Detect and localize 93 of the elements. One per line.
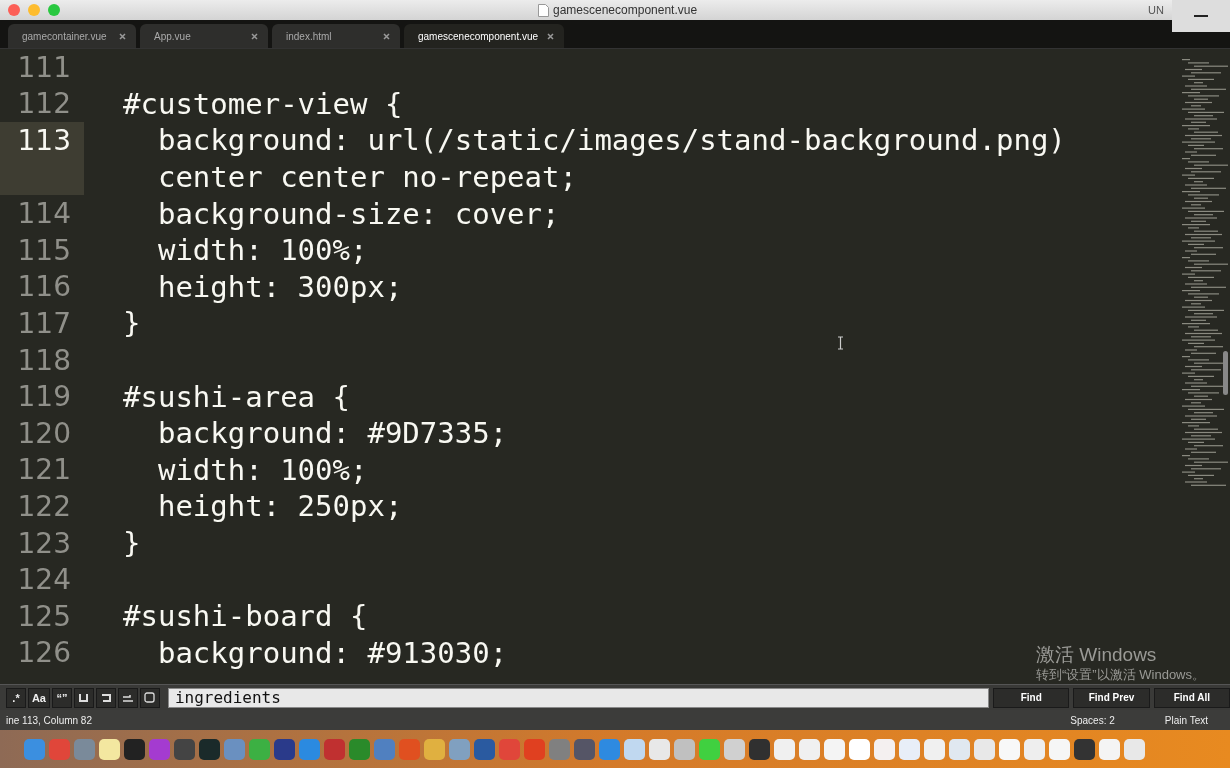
code-line: }: [122, 306, 141, 341]
app-icon[interactable]: [749, 738, 770, 760]
app-icon[interactable]: [174, 738, 195, 760]
app-icon[interactable]: [274, 738, 295, 760]
code-line: background-size: cover;: [156, 196, 560, 231]
app-icon[interactable]: [1099, 738, 1120, 760]
code-line: height: 300px;: [156, 269, 403, 304]
selection-toggle[interactable]: [117, 687, 138, 708]
line-number: 122: [16, 488, 72, 525]
app-icon[interactable]: [649, 738, 670, 760]
close-icon[interactable]: [119, 32, 126, 40]
code-line: background: url(/static/images/stand-background.png): [156, 123, 1066, 158]
line-number: 120: [16, 415, 72, 452]
app-icon[interactable]: [1049, 738, 1070, 760]
app-icon[interactable]: [974, 738, 995, 760]
close-button[interactable]: [8, 4, 20, 16]
selection-icon: [121, 693, 134, 702]
code-line: width: 100%;: [156, 233, 368, 268]
line-number: 121: [16, 452, 72, 489]
loop-icon: [99, 692, 112, 703]
app-icon[interactable]: [949, 738, 970, 760]
window-title: gamescenecomponent.vue: [553, 3, 698, 17]
line-number: 111: [16, 49, 72, 86]
square-icon: [144, 692, 156, 703]
find-option-toggle[interactable]: .*: [6, 687, 26, 708]
line-number: 115: [16, 232, 72, 269]
indent-setting[interactable]: Spaces: 2: [1070, 714, 1115, 726]
app-icon[interactable]: [1074, 738, 1095, 760]
line-number: 119: [16, 379, 72, 415]
app-icon[interactable]: [99, 738, 120, 760]
syntax-setting[interactable]: Plain Text: [1164, 714, 1208, 726]
file-tab[interactable]: gamecontainer.vue: [8, 24, 136, 48]
line-number: 117: [16, 305, 72, 342]
line-number: 114: [16, 196, 72, 232]
app-icon[interactable]: [1024, 738, 1045, 760]
zoom-button[interactable]: [48, 4, 60, 16]
app-icon[interactable]: [999, 738, 1020, 760]
find-button[interactable]: Find: [993, 687, 1070, 708]
app-icon[interactable]: [1124, 738, 1145, 760]
line-number: 118: [16, 342, 72, 379]
app-icon[interactable]: [924, 738, 945, 760]
line-number: 125: [16, 598, 72, 635]
app-icon[interactable]: [899, 738, 920, 760]
line-number: 116: [16, 269, 72, 306]
find-option-toggle[interactable]: “”: [51, 687, 72, 708]
scrollbar-thumb[interactable]: [1223, 351, 1228, 395]
find-option-toggle[interactable]: Aa: [28, 687, 50, 708]
code-line: }: [122, 526, 141, 560]
app-icon[interactable]: [474, 738, 495, 760]
cursor-position: ine 113, Column 82: [5, 714, 93, 726]
line-number: 112: [16, 86, 72, 123]
minimize-icon: [1194, 15, 1208, 17]
find-button[interactable]: Find All: [1153, 687, 1230, 708]
app-icon[interactable]: [774, 738, 795, 760]
code-line: background: #913030;: [156, 635, 508, 670]
file-tab[interactable]: gamescenecomponent.vue: [404, 24, 564, 48]
app-icon[interactable]: [724, 738, 745, 760]
file-tab[interactable]: App.vue: [140, 24, 268, 48]
line-number: 123: [16, 525, 72, 562]
app-icon[interactable]: [799, 738, 820, 760]
app-icon[interactable]: [574, 738, 595, 760]
app-icon[interactable]: [824, 738, 845, 760]
file-tab[interactable]: index.html: [272, 24, 400, 48]
wrap-icon: [78, 692, 90, 703]
code-line: height: 250px;: [156, 489, 403, 524]
find-field[interactable]: ingredients: [167, 687, 990, 708]
app-icon[interactable]: [199, 738, 220, 760]
code-line: background: #9D7335;: [156, 416, 508, 451]
app-icon[interactable]: [124, 738, 145, 760]
close-icon[interactable]: [383, 32, 390, 40]
line-number: 124: [16, 562, 72, 598]
close-icon[interactable]: [251, 32, 258, 40]
minimize-button[interactable]: [28, 4, 40, 16]
line-number: 113: [0, 122, 84, 159]
app-icon[interactable]: [874, 738, 895, 760]
activation-title: 激活 Windows: [1036, 644, 1158, 666]
loop-toggle[interactable]: [95, 687, 116, 708]
code-line: #sushi-board {: [122, 599, 368, 634]
close-icon[interactable]: [547, 32, 554, 40]
code-line: width: 100%;: [156, 452, 368, 487]
code-line: #customer-view {: [122, 86, 403, 121]
line-number: 126: [16, 635, 72, 672]
text-cursor-icon: [837, 336, 844, 350]
code-line: center center no-repeat;: [156, 160, 577, 195]
highlight-toggle[interactable]: [139, 687, 160, 708]
corner-text: UN: [1148, 4, 1164, 16]
activation-hint: 转到“设置”以激活 Windows。: [1036, 667, 1205, 682]
app-icon[interactable]: [624, 738, 645, 760]
code-line: #sushi-area {: [122, 379, 350, 414]
app-icon[interactable]: [849, 738, 870, 760]
wrap-toggle[interactable]: [73, 687, 94, 708]
find-button[interactable]: Find Prev: [1073, 687, 1150, 708]
document-icon: [538, 3, 549, 17]
